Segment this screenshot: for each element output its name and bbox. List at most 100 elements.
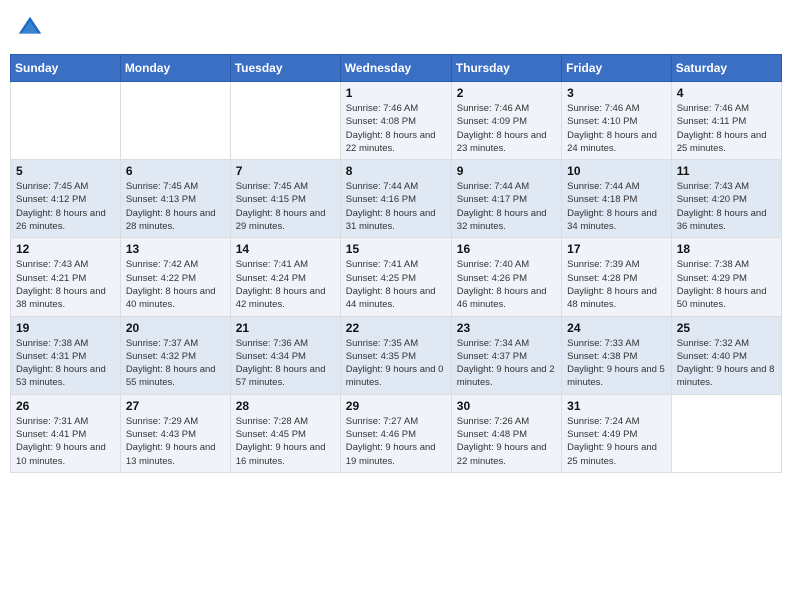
calendar-cell: 1 Sunrise: 7:46 AM Sunset: 4:08 PM Daylig… [340, 82, 451, 160]
day-header-sunday: Sunday [11, 55, 121, 82]
day-info: Sunrise: 7:45 AM Sunset: 4:15 PM Dayligh… [236, 180, 335, 233]
calendar-cell: 24 Sunrise: 7:33 AM Sunset: 4:38 PM Dayli… [562, 316, 672, 394]
day-info: Sunrise: 7:46 AM Sunset: 4:10 PM Dayligh… [567, 102, 666, 155]
calendar-cell: 30 Sunrise: 7:26 AM Sunset: 4:48 PM Dayli… [451, 394, 561, 472]
calendar-cell [230, 82, 340, 160]
day-info: Sunrise: 7:46 AM Sunset: 4:09 PM Dayligh… [457, 102, 556, 155]
day-info: Sunrise: 7:37 AM Sunset: 4:32 PM Dayligh… [126, 337, 225, 390]
day-number: 16 [457, 242, 556, 256]
calendar-cell: 2 Sunrise: 7:46 AM Sunset: 4:09 PM Daylig… [451, 82, 561, 160]
calendar-cell: 10 Sunrise: 7:44 AM Sunset: 4:18 PM Dayli… [562, 160, 672, 238]
day-number: 5 [16, 164, 115, 178]
calendar-cell: 21 Sunrise: 7:36 AM Sunset: 4:34 PM Dayli… [230, 316, 340, 394]
day-number: 18 [677, 242, 776, 256]
day-header-thursday: Thursday [451, 55, 561, 82]
day-info: Sunrise: 7:45 AM Sunset: 4:12 PM Dayligh… [16, 180, 115, 233]
day-number: 7 [236, 164, 335, 178]
day-info: Sunrise: 7:38 AM Sunset: 4:31 PM Dayligh… [16, 337, 115, 390]
day-number: 22 [346, 321, 446, 335]
day-header-friday: Friday [562, 55, 672, 82]
calendar-cell: 9 Sunrise: 7:44 AM Sunset: 4:17 PM Daylig… [451, 160, 561, 238]
day-info: Sunrise: 7:33 AM Sunset: 4:38 PM Dayligh… [567, 337, 666, 390]
calendar-cell [120, 82, 230, 160]
day-number: 4 [677, 86, 776, 100]
day-header-monday: Monday [120, 55, 230, 82]
calendar-cell: 4 Sunrise: 7:46 AM Sunset: 4:11 PM Daylig… [671, 82, 781, 160]
day-info: Sunrise: 7:35 AM Sunset: 4:35 PM Dayligh… [346, 337, 446, 390]
day-number: 28 [236, 399, 335, 413]
calendar-cell [671, 394, 781, 472]
day-info: Sunrise: 7:43 AM Sunset: 4:20 PM Dayligh… [677, 180, 776, 233]
day-number: 12 [16, 242, 115, 256]
day-number: 24 [567, 321, 666, 335]
day-number: 19 [16, 321, 115, 335]
day-info: Sunrise: 7:38 AM Sunset: 4:29 PM Dayligh… [677, 258, 776, 311]
day-number: 26 [16, 399, 115, 413]
day-number: 17 [567, 242, 666, 256]
day-number: 31 [567, 399, 666, 413]
day-info: Sunrise: 7:45 AM Sunset: 4:13 PM Dayligh… [126, 180, 225, 233]
day-number: 2 [457, 86, 556, 100]
day-info: Sunrise: 7:39 AM Sunset: 4:28 PM Dayligh… [567, 258, 666, 311]
day-info: Sunrise: 7:46 AM Sunset: 4:08 PM Dayligh… [346, 102, 446, 155]
day-info: Sunrise: 7:36 AM Sunset: 4:34 PM Dayligh… [236, 337, 335, 390]
day-info: Sunrise: 7:34 AM Sunset: 4:37 PM Dayligh… [457, 337, 556, 390]
day-info: Sunrise: 7:26 AM Sunset: 4:48 PM Dayligh… [457, 415, 556, 468]
calendar-cell: 5 Sunrise: 7:45 AM Sunset: 4:12 PM Daylig… [11, 160, 121, 238]
logo [16, 14, 48, 42]
calendar-cell: 15 Sunrise: 7:41 AM Sunset: 4:25 PM Dayli… [340, 238, 451, 316]
day-header-saturday: Saturday [671, 55, 781, 82]
day-info: Sunrise: 7:27 AM Sunset: 4:46 PM Dayligh… [346, 415, 446, 468]
day-number: 25 [677, 321, 776, 335]
calendar-cell: 16 Sunrise: 7:40 AM Sunset: 4:26 PM Dayli… [451, 238, 561, 316]
calendar-cell: 23 Sunrise: 7:34 AM Sunset: 4:37 PM Dayli… [451, 316, 561, 394]
calendar-cell: 31 Sunrise: 7:24 AM Sunset: 4:49 PM Dayli… [562, 394, 672, 472]
calendar-cell: 14 Sunrise: 7:41 AM Sunset: 4:24 PM Dayli… [230, 238, 340, 316]
day-header-tuesday: Tuesday [230, 55, 340, 82]
day-info: Sunrise: 7:31 AM Sunset: 4:41 PM Dayligh… [16, 415, 115, 468]
day-number: 15 [346, 242, 446, 256]
calendar-cell: 26 Sunrise: 7:31 AM Sunset: 4:41 PM Dayli… [11, 394, 121, 472]
day-info: Sunrise: 7:43 AM Sunset: 4:21 PM Dayligh… [16, 258, 115, 311]
calendar-cell: 17 Sunrise: 7:39 AM Sunset: 4:28 PM Dayli… [562, 238, 672, 316]
day-info: Sunrise: 7:42 AM Sunset: 4:22 PM Dayligh… [126, 258, 225, 311]
day-info: Sunrise: 7:28 AM Sunset: 4:45 PM Dayligh… [236, 415, 335, 468]
calendar-cell: 3Sunrise: 7:46 AM Sunset: 4:10 PM Daylig… [562, 82, 672, 160]
logo-icon [16, 14, 44, 42]
day-number: 21 [236, 321, 335, 335]
day-number: 23 [457, 321, 556, 335]
day-number: 10 [567, 164, 666, 178]
day-info: Sunrise: 7:41 AM Sunset: 4:25 PM Dayligh… [346, 258, 446, 311]
day-number: 27 [126, 399, 225, 413]
day-number: 9 [457, 164, 556, 178]
calendar-cell: 6 Sunrise: 7:45 AM Sunset: 4:13 PM Daylig… [120, 160, 230, 238]
day-info: Sunrise: 7:41 AM Sunset: 4:24 PM Dayligh… [236, 258, 335, 311]
day-info: Sunrise: 7:32 AM Sunset: 4:40 PM Dayligh… [677, 337, 776, 390]
day-info: Sunrise: 7:44 AM Sunset: 4:17 PM Dayligh… [457, 180, 556, 233]
day-info: Sunrise: 7:40 AM Sunset: 4:26 PM Dayligh… [457, 258, 556, 311]
day-number: 8 [346, 164, 446, 178]
day-number: 6 [126, 164, 225, 178]
day-number: 30 [457, 399, 556, 413]
calendar-cell [11, 82, 121, 160]
calendar-cell: 28 Sunrise: 7:28 AM Sunset: 4:45 PM Dayli… [230, 394, 340, 472]
calendar-cell: 8 Sunrise: 7:44 AM Sunset: 4:16 PM Daylig… [340, 160, 451, 238]
calendar-cell: 13 Sunrise: 7:42 AM Sunset: 4:22 PM Dayli… [120, 238, 230, 316]
day-number: 29 [346, 399, 446, 413]
day-number: 14 [236, 242, 335, 256]
calendar-cell: 12 Sunrise: 7:43 AM Sunset: 4:21 PM Dayli… [11, 238, 121, 316]
day-number: 13 [126, 242, 225, 256]
day-number: 1 [346, 86, 446, 100]
calendar-cell: 29 Sunrise: 7:27 AM Sunset: 4:46 PM Dayli… [340, 394, 451, 472]
day-info: Sunrise: 7:44 AM Sunset: 4:18 PM Dayligh… [567, 180, 666, 233]
day-info: Sunrise: 7:44 AM Sunset: 4:16 PM Dayligh… [346, 180, 446, 233]
day-info: Sunrise: 7:29 AM Sunset: 4:43 PM Dayligh… [126, 415, 225, 468]
day-header-wednesday: Wednesday [340, 55, 451, 82]
calendar-cell: 25 Sunrise: 7:32 AM Sunset: 4:40 PM Dayli… [671, 316, 781, 394]
calendar-cell: 19 Sunrise: 7:38 AM Sunset: 4:31 PM Dayli… [11, 316, 121, 394]
day-info: Sunrise: 7:24 AM Sunset: 4:49 PM Dayligh… [567, 415, 666, 468]
day-number: 20 [126, 321, 225, 335]
calendar-table: SundayMondayTuesdayWednesdayThursdayFrid… [10, 54, 782, 473]
calendar-cell: 11Sunrise: 7:43 AM Sunset: 4:20 PM Dayli… [671, 160, 781, 238]
day-info: Sunrise: 7:46 AM Sunset: 4:11 PM Dayligh… [677, 102, 776, 155]
